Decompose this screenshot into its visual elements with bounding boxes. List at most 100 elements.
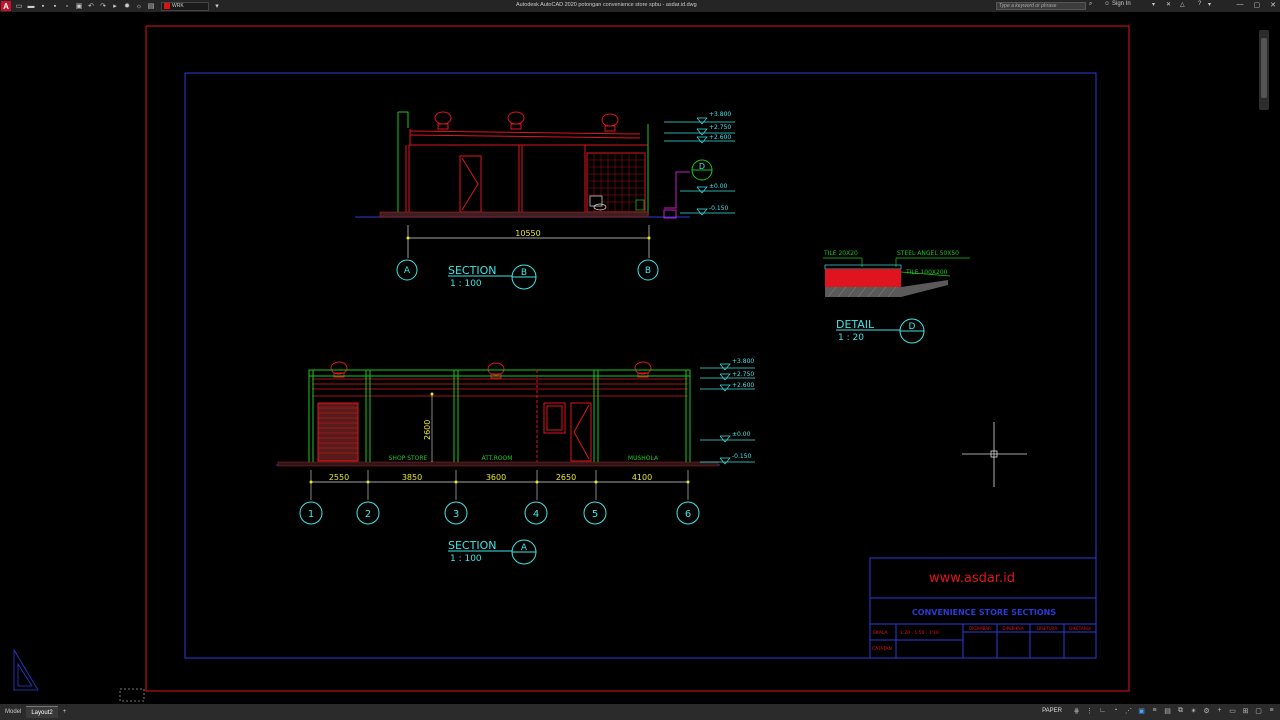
new-file-icon[interactable]: ▭ (15, 2, 23, 10)
title-block-scale-label: SKALA (873, 630, 888, 636)
object-snap-icon[interactable]: ▣ (1137, 706, 1146, 715)
section-a-scale: 1 : 100 (450, 554, 482, 564)
save-as-icon[interactable]: ▪ (51, 2, 59, 10)
grid-icon[interactable]: ⋕ (1072, 706, 1081, 715)
detail-d-label-steel-angel: STEEL ANGEL 50X50 (897, 250, 959, 257)
section-a-grid-5: 5 (592, 509, 598, 520)
section-a-dim-4: 2650 (556, 473, 576, 482)
section-a-tag: A (521, 543, 528, 553)
section-a-grid-4: 4 (533, 509, 539, 520)
search-icon[interactable]: ⌕ (1089, 1, 1092, 8)
drawing-canvas[interactable]: D +3.800 +2.750 +2.600 ±0.00 -0.150 1055… (0, 12, 1280, 704)
title-block-col-checked: DIPERIKSA (1002, 626, 1023, 631)
detail-d-label-tile-20: TILE 20X20 (823, 250, 858, 257)
sign-in-dropdown-icon[interactable]: ▾ (1152, 1, 1155, 8)
autocad-logo-button[interactable]: A (1, 1, 11, 11)
paper-space-toggle[interactable]: PAPER (1042, 708, 1062, 714)
section-a-dim-5: 4100 (632, 473, 652, 482)
title-block-website: www.asdar.id (929, 571, 1015, 586)
snap-icon[interactable]: ⋮ (1085, 706, 1094, 715)
customization-menu-icon[interactable]: ≡ (1267, 706, 1276, 715)
isodraft-icon[interactable]: ⋰ (1124, 706, 1133, 715)
add-layout-tab-button[interactable]: + (58, 706, 72, 718)
help-icon[interactable]: ? (1198, 1, 1201, 7)
units-icon[interactable]: ▭ (1228, 706, 1237, 715)
section-b-level-3: +2.600 (709, 134, 731, 141)
autodesk-a360-icon[interactable]: △ (1180, 1, 1185, 8)
current-layer-name: WRK (172, 3, 184, 9)
section-b-grid-a: A (404, 266, 411, 276)
title-block: www.asdar.id CONVENIENCE STORE SECTIONS … (869, 557, 1097, 659)
section-a-grid-6: 6 (685, 509, 691, 520)
detail-d-title: DETAIL (836, 318, 875, 331)
polar-icon[interactable]: ◔ (1111, 706, 1120, 715)
open-folder-icon[interactable]: ▬ (27, 2, 35, 10)
sun-icon[interactable]: ☼ (135, 2, 143, 10)
title-block-notes-label: CATATAN (872, 646, 892, 652)
title-block-col-drawn: DIGAMBAR (969, 626, 991, 631)
redo-icon[interactable]: ↷ (99, 2, 107, 10)
tab-model[interactable]: Model (0, 706, 26, 718)
detail-d-scale: 1 : 20 (838, 333, 864, 343)
workspace-gear-icon[interactable]: ⚙ (1202, 706, 1211, 715)
clean-screen-icon[interactable]: ▢ (1254, 706, 1263, 715)
section-b-title: SECTION (448, 264, 496, 277)
ortho-icon[interactable]: ∟ (1098, 706, 1107, 715)
exchange-icon[interactable]: ✕ (1166, 1, 1171, 8)
section-b-level-2: +2.750 (709, 124, 731, 131)
vertical-scrollbar[interactable] (1259, 30, 1269, 110)
title-block-col-approved: DISETUJUI (1037, 626, 1057, 631)
quick-access-dropdown-icon[interactable]: ▾ (213, 2, 221, 10)
section-a-room-mushola: MUSHOLA (628, 455, 659, 462)
plot-icon[interactable]: ▣ (75, 2, 83, 10)
light-bulb-icon[interactable]: ✹ (123, 2, 131, 10)
close-icon[interactable]: ✕ (1270, 1, 1276, 9)
window-title: Autodesk AutoCAD 2020 potongan convenien… (516, 2, 697, 8)
section-a-level-4: ±0.00 (732, 431, 751, 438)
share-icon[interactable]: ▸ (111, 2, 119, 10)
section-a-grid-2: 2 (365, 509, 371, 520)
user-icon[interactable]: ☺ (1104, 1, 1110, 7)
section-a-dim-2: 3850 (402, 473, 422, 482)
section-b-scale: 1 : 100 (450, 279, 482, 289)
minimize-icon[interactable]: — (1237, 1, 1244, 9)
save-icon[interactable]: ▪ (39, 2, 47, 10)
section-b-drawing: D +3.800 +2.750 +2.600 ±0.00 -0.150 1055… (355, 111, 735, 290)
section-b-tag: B (521, 268, 527, 278)
section-b-level-1: +3.800 (709, 111, 731, 118)
selection-cycling-icon[interactable]: ⧉ (1176, 706, 1185, 715)
annotation-monitor-icon[interactable]: + (1215, 706, 1224, 715)
transparency-icon[interactable]: ▤ (1163, 706, 1172, 715)
drawing-svg: D +3.800 +2.750 +2.600 ±0.00 -0.150 1055… (13, 25, 1130, 702)
search-input[interactable]: Type a keyword or phrase (996, 2, 1086, 10)
detail-d-label-tile-100: TILE 100X200 (905, 269, 948, 276)
title-block-col-known: DIKETAHUI (1069, 626, 1090, 631)
section-a-level-2: +2.750 (732, 371, 754, 378)
section-a-level-5: -0.150 (732, 453, 752, 460)
web-mobile-icon[interactable]: ▫ (63, 2, 71, 10)
lineweight-icon[interactable]: ≡ (1150, 706, 1159, 715)
layer-dropdown[interactable]: WRK (161, 1, 209, 11)
section-b-level-5: -0.150 (709, 205, 729, 212)
crosshair-cursor (962, 422, 1027, 487)
section-a-room-shop-store: SHOP STORE (389, 455, 428, 462)
title-block-scale-value: 1:20 , 1:50 , 1:10 (900, 630, 939, 636)
layer-color-swatch (164, 3, 170, 9)
section-a-level-1: +3.800 (732, 358, 754, 365)
detail-d-drawing: TILE 20X20 STEEL ANGEL 50X50 TILE 100X20… (823, 250, 970, 344)
sign-in-link[interactable]: Sign In (1112, 1, 1131, 7)
scrollbar-thumb[interactable] (1261, 38, 1267, 98)
ucs-icon (13, 648, 39, 691)
maximize-icon[interactable]: ▢ (1254, 1, 1261, 9)
page-corner-marker (119, 688, 145, 702)
window-controls: — ▢ ✕ (1237, 1, 1277, 9)
tab-layout2[interactable]: Layout2 (26, 706, 58, 718)
section-a-title: SECTION (448, 539, 496, 552)
section-b-grid-b: B (645, 266, 651, 276)
help-dropdown-icon[interactable]: ▾ (1208, 1, 1211, 8)
undo-icon[interactable]: ↶ (87, 2, 95, 10)
layer-freeze-icon[interactable]: ▤ (147, 2, 155, 10)
section-a-grid-3: 3 (453, 509, 459, 520)
quick-properties-icon[interactable]: ⊞ (1241, 706, 1250, 715)
annotation-icon[interactable]: ✶ (1189, 706, 1198, 715)
